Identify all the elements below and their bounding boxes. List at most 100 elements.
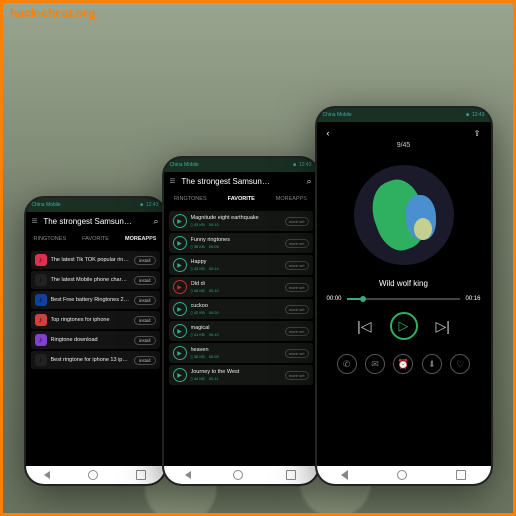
time-label: 12:43 [472, 112, 485, 118]
moreset-button[interactable]: more set [285, 305, 309, 314]
moreset-button[interactable]: more set [285, 283, 309, 292]
list-item[interactable]: ♪The latest Tik TOK popular ring…install [31, 251, 160, 269]
play-icon[interactable]: ▶ [173, 368, 187, 382]
list-item[interactable]: ♪Best Free battery Ringtones 20…install [31, 291, 160, 309]
phone-player: China Mobile ■12:43 ‹ ⇪ 9/45 Wild wolf k… [315, 106, 493, 486]
tab-ringtones[interactable]: RINGTONES [34, 234, 67, 244]
tab-favorite[interactable]: FAVORITE [82, 234, 109, 244]
battery-icon: ■ [293, 162, 296, 168]
prev-button[interactable]: |◁ [357, 318, 371, 335]
app-icon: ♪ [35, 354, 47, 366]
play-icon[interactable]: ▶ [173, 324, 187, 338]
sms-ringtone-icon[interactable]: ✉ [365, 354, 385, 374]
app-bar: ≡ The strongest Samsun… ⌕ [164, 172, 318, 191]
moreset-button[interactable]: more set [285, 239, 309, 248]
app-icon: ♪ [35, 274, 47, 286]
track-title: Wild wolf king [327, 279, 481, 288]
next-button[interactable]: ▷| [436, 318, 450, 335]
search-icon[interactable]: ⌕ [306, 176, 311, 187]
moreset-button[interactable]: more set [285, 327, 309, 336]
list-item[interactable]: ♪ The latest Mobile phone chargi… install [31, 271, 160, 289]
size-label: ▯ 38 KB [191, 244, 205, 249]
size-label: ▯ 43 KB [191, 222, 205, 227]
download-icon[interactable]: ⬇ [422, 354, 442, 374]
nav-home-icon[interactable] [233, 470, 243, 480]
list-item[interactable]: ▶ Magnitude eight earthquake▯ 43 KB 00:10 m… [169, 211, 313, 231]
app-title: Best ringtone for iphone 13 iph… [51, 357, 130, 363]
moreset-button[interactable]: more set [285, 217, 309, 226]
install-button[interactable]: install [134, 316, 156, 325]
time-label: 12:43 [146, 202, 159, 208]
list-item[interactable]: ▶Old di▯ 45 KB00:10more set [169, 277, 313, 297]
nav-home-icon[interactable] [397, 470, 407, 480]
play-button[interactable]: ▷ [390, 312, 418, 340]
app-icon: ♪ [35, 294, 47, 306]
duration-label: 00:10 [209, 288, 219, 293]
tab-bar: RINGTONES FAVORITE MOREAPPS [164, 191, 318, 207]
play-icon[interactable]: ▶ [173, 346, 187, 360]
play-icon[interactable]: ▶ [173, 280, 187, 294]
list-item[interactable]: ♪Ringtone downloadinstall [31, 331, 160, 349]
play-icon[interactable]: ▶ [173, 214, 187, 228]
tab-ringtones[interactable]: RINGTONES [174, 194, 207, 204]
list-item[interactable]: ▶Journey to the West▯ 44 KB00:11more set [169, 365, 313, 385]
list-item[interactable]: ▶magical▯ 41 KB00:10more set [169, 321, 313, 341]
ringtone-title: Funny ringtones [191, 237, 281, 243]
back-icon[interactable]: ‹ [327, 128, 330, 138]
install-button[interactable]: install [134, 256, 156, 265]
list-item[interactable]: ♪Top ringtones for iphoneinstall [31, 311, 160, 329]
time-total: 00:16 [465, 296, 480, 302]
nav-back-icon[interactable] [44, 471, 50, 479]
moreset-button[interactable]: more set [285, 371, 309, 380]
time-current: 00:00 [327, 296, 342, 302]
list-item[interactable]: ♪ Best ringtone for iphone 13 iph… install [31, 351, 160, 369]
app-title: The latest Tik TOK popular ring… [51, 257, 130, 263]
play-icon[interactable]: ▶ [173, 236, 187, 250]
app-title: The latest Mobile phone chargi… [51, 277, 130, 283]
nav-recent-icon[interactable] [456, 470, 466, 480]
progress-bar[interactable]: 00:00 00:16 [327, 296, 481, 302]
list-item[interactable]: ▶Funny ringtones▯ 38 KB00:09more set [169, 233, 313, 253]
size-label: ▯ 45 KB [191, 288, 205, 293]
list-item[interactable]: ▶cuckoo▯ 42 KB00:20more set [169, 299, 313, 319]
play-icon[interactable]: ▶ [173, 302, 187, 316]
size-label: ▯ 43 KB [191, 266, 205, 271]
install-button[interactable]: install [134, 296, 156, 305]
ringtone-title: Journey to the West [191, 369, 281, 375]
tab-favorite[interactable]: FAVORITE [228, 194, 255, 204]
ringtone-title: heaven [191, 347, 281, 353]
share-icon[interactable]: ⇪ [474, 129, 481, 138]
duration-label: 00:20 [209, 310, 219, 315]
list-item[interactable]: ▶Happy▯ 43 KB00:14more set [169, 255, 313, 275]
nav-home-icon[interactable] [88, 470, 98, 480]
ringtone-title: cuckoo [191, 303, 281, 309]
search-icon[interactable]: ⌕ [153, 216, 158, 227]
list-item[interactable]: ▶heaven▯ 38 KB00:09more set [169, 343, 313, 363]
moreset-button[interactable]: more set [285, 261, 309, 270]
ringtone-title: Magnitude eight earthquake [191, 215, 281, 221]
alarm-ringtone-icon[interactable]: ⏰ [393, 354, 413, 374]
duration-label: 00:14 [209, 266, 219, 271]
install-button[interactable]: install [134, 336, 156, 345]
duration-label: 00:10 [209, 222, 219, 227]
favorite-icon[interactable]: ♡ [450, 354, 470, 374]
app-title: The strongest Samsun… [181, 177, 300, 186]
nav-recent-icon[interactable] [286, 470, 296, 480]
seek-track[interactable] [347, 298, 461, 300]
call-ringtone-icon[interactable]: ✆ [337, 354, 357, 374]
phone-moreapps: China Mobile ■12:43 ≡ The strongest Sams… [24, 196, 167, 486]
size-label: ▯ 38 KB [191, 354, 205, 359]
menu-icon[interactable]: ≡ [170, 176, 176, 187]
install-button[interactable]: install [134, 276, 156, 285]
nav-recent-icon[interactable] [136, 470, 146, 480]
play-icon[interactable]: ▶ [173, 258, 187, 272]
menu-icon[interactable]: ≡ [32, 216, 38, 227]
action-row: ✆ ✉ ⏰ ⬇ ♡ [327, 354, 481, 374]
carrier-label: China Mobile [32, 202, 61, 208]
nav-back-icon[interactable] [185, 471, 191, 479]
tab-moreapps[interactable]: MOREAPPS [276, 194, 307, 204]
install-button[interactable]: install [134, 356, 156, 365]
moreset-button[interactable]: more set [285, 349, 309, 358]
nav-back-icon[interactable] [341, 470, 348, 480]
tab-moreapps[interactable]: MOREAPPS [125, 234, 156, 244]
